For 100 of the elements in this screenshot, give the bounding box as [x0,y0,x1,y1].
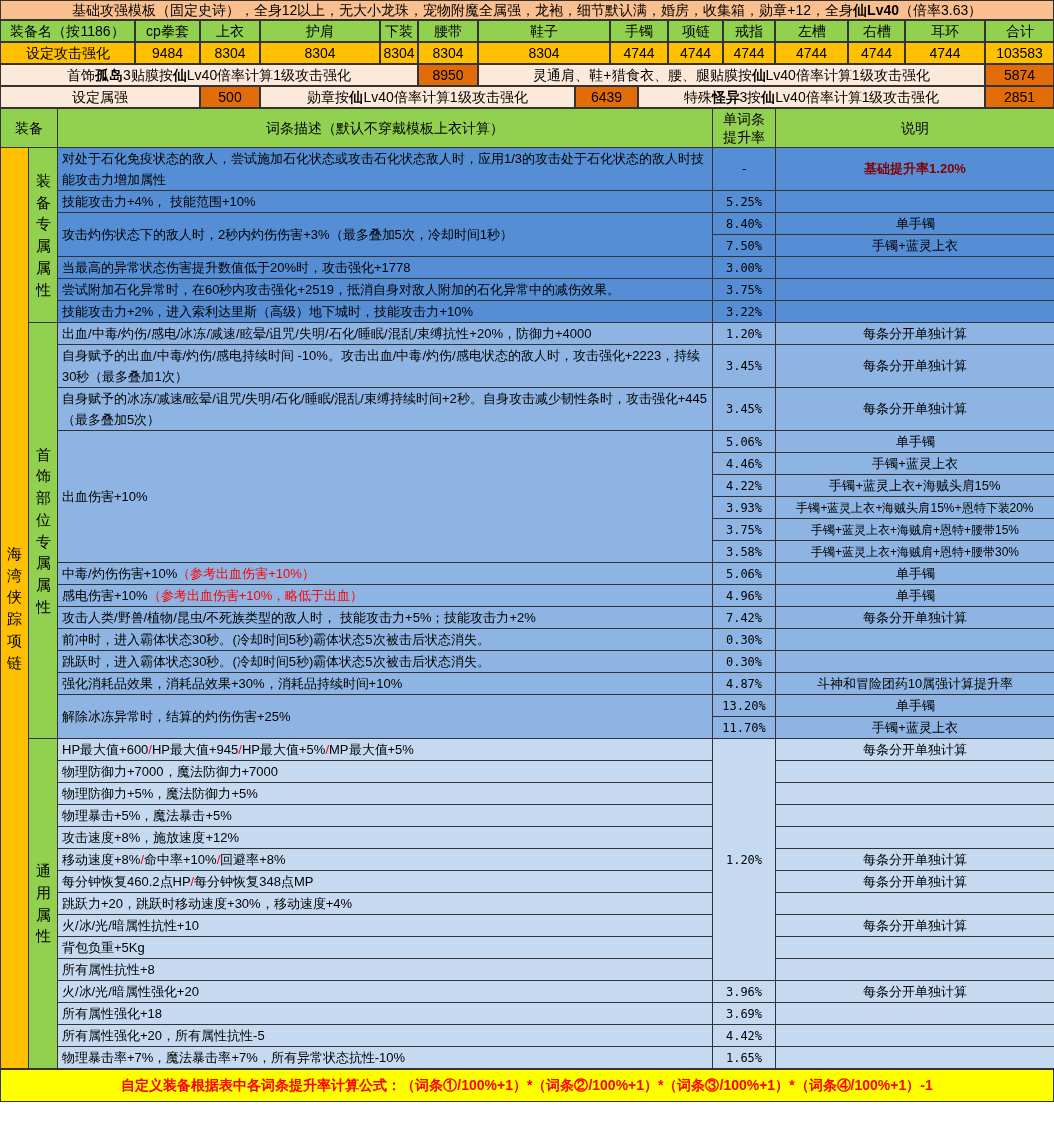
rate-value: 4.22% [725,478,763,493]
title-text: 基础攻强模板（固定史诗），全身12以上，无大小龙珠，宠物附魔全属强，龙袍，细节默认满，婚房，收集箱，勋章+12，全身仙Lv40（倍率3.63） [71,0,983,20]
value-cell: 5874 [985,64,1054,86]
slot-header: 右槽 [848,20,905,42]
rate-value: 8.40% [725,216,763,231]
value-cell: 6439 [575,86,638,108]
rate-value: 3.58% [725,544,763,559]
note-text: 单手镯 [895,565,935,581]
group-label: 首饰部位专属属性 [35,444,51,617]
label-cell: 特殊怪异3按仙Lv40倍率计算1级攻击强化 [638,86,985,108]
rate-value: 3.75% [725,282,763,297]
table-cell: 9484 [135,42,200,64]
note-text: 每条分开单独计算 [863,358,967,374]
rate-value: 3.22% [725,304,763,319]
note-text: 单手镯 [895,587,935,603]
note-text: 手镯+蓝灵上衣 [872,719,958,735]
group-label: 装备专属属性 [35,170,51,300]
label-cell: 灵通肩、鞋+猎食衣、腰、腿贴膜按仙Lv40倍率计算1级攻击强化 [478,64,985,86]
note-text: 手镯+蓝灵上衣+海贼头肩15% [829,477,1001,493]
description-text: 出血/中毒/灼伤/感电/冰冻/减速/眩晕/诅咒/失明/石化/睡眠/混乱/束缚抗性+20%，防御力+4000 [62,326,592,341]
description-text: 攻击灼伤状态下的敌人时，2秒内灼伤伤害+3%（最多叠加5次，冷却时间1秒） [62,227,514,242]
note-text: 手镯+蓝灵上衣 [872,455,958,471]
slot-header: 下装 [380,20,418,42]
note-text: 手镯+蓝灵上衣+海贼肩+恩特+腰带15% [810,522,1020,537]
rate-value: 3.69% [725,1006,763,1021]
note-text: 手镯+蓝灵上衣+海贼肩+恩特+腰带30% [810,544,1020,559]
description-text: 攻击人类/野兽/植物/昆虫/不死族类型的敌人时， 技能攻击力+5%；技能攻击力+2% [62,610,536,625]
slot-header: 装备名（按1186） [0,20,135,42]
slot-header: 手镯 [610,20,668,42]
description-text: 解除冰冻异常时，结算的灼伤伤害+25% [62,709,291,724]
table-cell: 4744 [610,42,668,64]
description-text: 火/冰/光/暗属性抗性+10 [62,918,199,933]
note-text: 每条分开单独计算 [863,609,967,625]
note-text: 单手镯 [895,433,935,449]
table-cell: 8304 [418,42,478,64]
rate-value: 1.20% [725,852,763,867]
item-name: 海湾侠踪项链 [7,543,22,673]
description-text: 感电伤害+10%（参考出血伤害+10%，略低于出血） [62,588,364,603]
slot-header: 上衣 [200,20,260,42]
rate-value: 7.50% [725,238,763,253]
table-cell: 4744 [723,42,775,64]
table-cell: 8304 [200,42,260,64]
table-cell: 4744 [848,42,905,64]
slot-header: 戒指 [723,20,775,42]
description-text: HP最大值+600/HP最大值+945/HP最大值+5%/MP最大值+5% [62,742,414,757]
table-cell: 8304 [380,42,418,64]
rate-value: 5.06% [725,566,763,581]
value-cell: 8950 [418,64,478,86]
rate-value: 11.70% [722,720,766,735]
label-cell: 勋章按仙Lv40倍率计算1级攻击强化 [260,86,575,108]
description-text: 所有属性强化+18 [62,1006,163,1021]
note-text: 单手镯 [895,697,935,713]
note-text: 每条分开单独计算 [863,983,967,999]
rate-value: 4.46% [725,456,763,471]
column-header: 词条描述（默认不穿戴模板上衣计算） [57,108,713,148]
description-text: 前冲时，进入霸体状态30秒。(冷却时间5秒)霸体状态5次被击后状态消失。 [62,632,490,647]
note-text: 每条分开单独计算 [863,873,967,889]
note-text: 手镯+蓝灵上衣 [872,237,958,253]
description-text: 移动速度+8%/命中率+10%/回避率+8% [62,852,286,867]
label-cell: 设定属强 [0,86,200,108]
table-cell: 4744 [668,42,723,64]
table-cell: 8304 [260,42,380,64]
description-text: 强化消耗品效果，消耗品效果+30%，消耗品持续时间+10% [62,676,403,691]
description-text: 背包负重+5Kg [62,940,145,955]
description-text: 技能攻击力+2%，进入索利达里斯（高级）地下城时，技能攻击力+10% [62,304,473,319]
description-text: 出血伤害+10% [62,489,148,504]
description-text: 物理暴击+5%，魔法暴击+5% [62,808,232,823]
value-cell: 2851 [985,86,1054,108]
rate-value: 0.30% [725,654,763,669]
rate-value: 4.87% [725,676,763,691]
description-text: 自身赋予的出血/中毒/灼伤/感电持续时间 -10%。攻击出血/中毒/灼伤/感电状态的敌人时，攻击强化+2223，持续30秒（最多叠加1次） [62,348,701,384]
slot-header: cp拳套 [135,20,200,42]
table-cell: 4744 [775,42,848,64]
slot-header: 左槽 [775,20,848,42]
slot-header: 项链 [668,20,723,42]
slot-header: 护肩 [260,20,380,42]
slot-header: 鞋子 [478,20,610,42]
note-text: 基础提升率1.20% [864,161,966,177]
value-cell: 500 [200,86,260,108]
description-text: 当最高的异常状态伤害提升数值低于20%时，攻击强化+1778 [62,260,411,275]
slot-header: 合计 [985,20,1054,42]
rate-value: 3.45% [725,402,763,416]
note-text: 单手镯 [895,215,935,231]
rate-value: 4.96% [725,588,763,603]
description-text: 技能攻击力+4%， 技能范围+10% [62,194,256,209]
note-text: 手镯+蓝灵上衣+海贼头肩15%+恩特下装20% [796,500,1034,515]
rate-value: 3.00% [725,260,763,275]
description-text: 尝试附加石化异常时，在60秒内攻击强化+2519，抵消自身对敌人附加的石化异常中的减伤效果。 [62,282,620,297]
description-text: 每分钟恢复460.2点HP/每分钟恢复348点MP [62,874,314,889]
rate-value: 1.65% [725,1050,763,1065]
column-header: 装备 [0,108,58,148]
rate-value: 3.75% [725,522,763,537]
note-text: 每条分开单独计算 [863,741,967,757]
description-text: 物理防御力+5%，魔法防御力+5% [62,786,258,801]
note-text: 每条分开单独计算 [863,401,967,417]
description-text: 所有属性强化+20，所有属性抗性-5 [62,1028,265,1043]
rate-value: 3.45% [725,359,763,373]
table-cell: 设定攻击强化 [0,42,135,64]
table-cell: 4744 [905,42,985,64]
description-text: 跳跃力+20，跳跃时移动速度+30%，移动速度+4% [62,896,353,911]
